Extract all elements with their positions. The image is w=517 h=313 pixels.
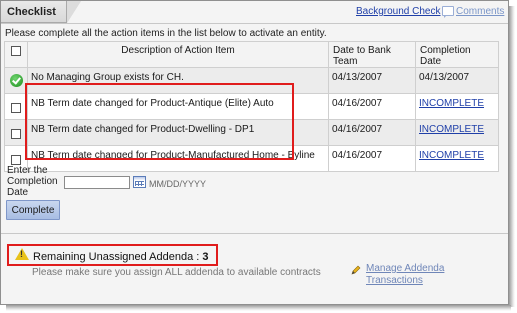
manage-addenda-transactions-link[interactable]: Manage Addenda Transactions [366,263,446,287]
tab-checklist[interactable]: Checklist [1,1,67,23]
incomplete-link[interactable]: INCOMPLETE [419,150,484,161]
row-description: No Managing Group exists for CH. [27,67,329,94]
row-checkbox[interactable] [11,103,21,113]
header-divider [1,23,508,24]
instructions-text: Please complete all the action items in … [5,28,327,39]
table-row: No Managing Group exists for CH. 04/13/2… [4,67,499,94]
comments-link[interactable]: Comments [456,6,504,17]
window-shadow-bottom [6,305,511,311]
checklist-panel: Checklist Background Check Comments Plea… [0,0,509,305]
row-completion-cell: INCOMPLETE [415,93,499,120]
table-row: NB Term date changed for Product-Antique… [4,93,499,120]
completion-date-label: Enter the Completion Date [7,165,58,198]
action-items-table: Description of Action Item Date to Bank … [4,41,499,172]
assign-addenda-note: Please make sure you assign ALL addenda … [32,267,321,278]
row-description: NB Term date changed for Product-Antique… [27,93,329,120]
row-completion-date: 04/13/2007 [415,67,499,94]
table-row: NB Term date changed for Product-Dwellin… [4,119,499,146]
window-shadow-right [509,6,515,307]
background-check-link[interactable]: Background Check [356,6,441,17]
row-checkbox[interactable] [11,155,21,165]
date-format-hint: MM/DD/YYYY [149,179,207,189]
row-date-to-bank: 04/16/2007 [328,145,416,172]
row-status-cell [4,67,28,94]
comment-bubble-icon[interactable] [442,6,454,18]
incomplete-link[interactable]: INCOMPLETE [419,98,484,109]
table-row: NB Term date changed for Product-Manufac… [4,145,499,172]
select-all-header [4,41,28,68]
row-select-cell [4,119,28,146]
remaining-addenda-box: Remaining Unassigned Addenda : 3 [7,244,218,266]
remaining-addenda-label: Remaining Unassigned Addenda : [33,251,203,263]
panel-header: Checklist Background Check Comments [1,1,508,23]
warning-icon [15,248,29,260]
row-completion-cell: INCOMPLETE [415,145,499,172]
completion-date-input[interactable] [64,176,130,189]
row-completion-cell: INCOMPLETE [415,119,499,146]
row-select-cell [4,93,28,120]
row-date-to-bank: 04/16/2007 [328,93,416,120]
table-header-row: Description of Action Item Date to Bank … [4,41,499,68]
row-date-to-bank: 04/13/2007 [328,67,416,94]
remaining-addenda-text: Remaining Unassigned Addenda : 3 [33,251,209,263]
row-description: NB Term date changed for Product-Dwellin… [27,119,329,146]
remaining-addenda-count: 3 [202,251,209,263]
row-date-to-bank: 04/16/2007 [328,119,416,146]
row-checkbox[interactable] [11,129,21,139]
calendar-icon[interactable] [133,176,146,188]
row-description: NB Term date changed for Product-Manufac… [27,145,329,172]
pencil-icon[interactable] [351,265,361,275]
tab-edge [67,1,81,23]
green-check-icon [10,74,23,87]
incomplete-link[interactable]: INCOMPLETE [419,124,484,135]
section-divider [1,233,508,234]
column-header-date-to-bank: Date to Bank Team [328,41,416,68]
select-all-checkbox[interactable] [11,46,21,56]
complete-button[interactable]: Complete [6,200,60,220]
column-header-completion-date: Completion Date [415,41,499,68]
column-header-description: Description of Action Item [27,41,329,68]
